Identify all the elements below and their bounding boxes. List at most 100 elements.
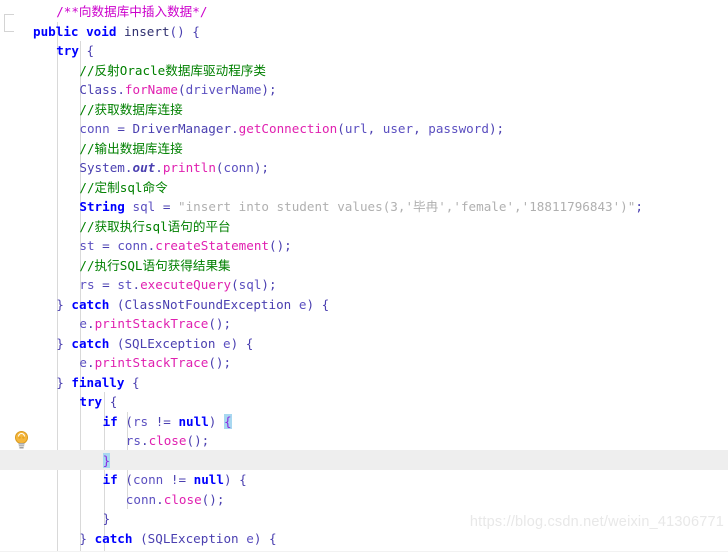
code-line[interactable]: try { bbox=[79, 392, 117, 411]
code-token: != bbox=[163, 472, 194, 487]
code-token: . bbox=[156, 491, 164, 507]
watermark-text: https://blog.csdn.net/weixin_41306771 bbox=[469, 514, 724, 530]
code-token: ) { bbox=[230, 335, 254, 351]
code-token: . bbox=[86, 316, 95, 331]
code-line[interactable]: try { bbox=[56, 41, 94, 60]
code-token: getConnection bbox=[238, 121, 338, 136]
code-token: } bbox=[102, 511, 111, 526]
code-token: ( bbox=[117, 413, 133, 429]
code-token: e bbox=[79, 316, 87, 331]
code-token: . bbox=[140, 433, 149, 448]
lightbulb-icon[interactable] bbox=[13, 431, 30, 449]
code-token: } bbox=[102, 452, 111, 468]
code-token: . bbox=[117, 82, 125, 97]
code-line[interactable]: conn.close(); bbox=[126, 490, 225, 509]
code-token: } bbox=[79, 530, 95, 546]
code-line[interactable]: conn = DriverManager.getConnection(url, … bbox=[79, 119, 504, 138]
code-token: url bbox=[344, 121, 368, 136]
code-token: ( bbox=[337, 121, 345, 136]
code-token: ; bbox=[635, 199, 643, 214]
code-line[interactable]: //执行SQL语句获得结果集 bbox=[79, 256, 230, 275]
code-token: . bbox=[132, 277, 141, 292]
code-token: password bbox=[428, 121, 489, 136]
code-token: ( bbox=[231, 277, 239, 292]
code-token: createStatement bbox=[155, 238, 269, 253]
code-token: //定制sql命令 bbox=[79, 179, 168, 195]
code-line[interactable]: e.printStackTrace(); bbox=[79, 353, 231, 372]
code-line[interactable]: if (conn != null) { bbox=[103, 470, 247, 489]
code-token: = bbox=[94, 277, 118, 292]
code-token: //执行SQL语句获得结果集 bbox=[79, 257, 231, 273]
code-line[interactable]: System.out.println(conn); bbox=[79, 158, 269, 177]
code-fold-region-icon[interactable] bbox=[4, 14, 14, 32]
code-token: //获取执行sql语句的平台 bbox=[79, 218, 231, 234]
code-token: { bbox=[102, 394, 118, 409]
code-token: . bbox=[86, 355, 95, 370]
code-token: != bbox=[148, 413, 179, 429]
code-line[interactable]: //定制sql命令 bbox=[79, 178, 167, 197]
code-token: SQLException bbox=[147, 530, 239, 546]
code-token: } bbox=[56, 296, 72, 312]
code-token: try bbox=[56, 43, 79, 58]
code-token: conn bbox=[79, 121, 110, 136]
code-line[interactable]: Class.forName(driverName); bbox=[79, 80, 276, 99]
code-token: , bbox=[413, 121, 429, 136]
code-token: ( bbox=[132, 530, 148, 546]
code-token: printStackTrace bbox=[94, 316, 209, 331]
code-token: user bbox=[382, 121, 414, 136]
code-line[interactable]: } catch (ClassNotFoundException e) { bbox=[56, 295, 329, 314]
code-token: . bbox=[155, 160, 163, 175]
code-line[interactable]: if (rs != null) { bbox=[103, 412, 232, 431]
code-token: (); bbox=[208, 316, 232, 331]
code-token: = bbox=[94, 238, 118, 253]
code-line[interactable]: //获取数据库连接 bbox=[79, 100, 182, 119]
code-token: { bbox=[78, 43, 95, 58]
code-line[interactable]: } bbox=[102, 451, 111, 470]
code-token: //反射Oracle数据库驱动程序类 bbox=[79, 62, 266, 78]
code-token: (); bbox=[268, 238, 292, 253]
code-line[interactable]: /**向数据库中插入数据*/ bbox=[56, 2, 207, 21]
code-line[interactable]: //获取执行sql语句的平台 bbox=[79, 217, 230, 236]
code-token: void bbox=[86, 23, 117, 39]
code-token: conn bbox=[223, 160, 254, 175]
code-token: ); bbox=[261, 277, 277, 292]
code-line[interactable]: String sql = "insert into student values… bbox=[79, 197, 643, 216]
code-line[interactable]: } bbox=[103, 509, 111, 528]
code-token: (); bbox=[201, 491, 225, 507]
code-token: ) { bbox=[306, 296, 330, 312]
code-token: ( bbox=[117, 472, 133, 487]
code-token: /**向数据库中插入数据*/ bbox=[56, 4, 208, 19]
code-token: close bbox=[163, 491, 202, 507]
code-line[interactable]: } finally { bbox=[56, 373, 139, 392]
code-line[interactable]: st = conn.createStatement(); bbox=[79, 236, 291, 255]
code-line[interactable]: rs.close(); bbox=[126, 431, 209, 450]
code-token: ); bbox=[261, 82, 277, 97]
code-token: rs bbox=[125, 433, 141, 448]
code-token: (); bbox=[186, 433, 210, 448]
code-line[interactable]: rs = st.executeQuery(sql); bbox=[79, 275, 276, 294]
code-token: //获取数据库连接 bbox=[79, 101, 183, 117]
code-line[interactable]: } catch (SQLException e) { bbox=[79, 529, 276, 548]
code-token: insert bbox=[124, 23, 170, 39]
code-token: () { bbox=[169, 23, 200, 39]
code-token: close bbox=[148, 433, 187, 448]
code-line[interactable]: } catch (SQLException e) { bbox=[56, 334, 253, 353]
code-line[interactable]: //反射Oracle数据库驱动程序类 bbox=[79, 61, 266, 80]
code-token: String bbox=[79, 199, 125, 214]
code-line[interactable]: e.printStackTrace(); bbox=[79, 314, 231, 333]
code-token: println bbox=[162, 160, 216, 175]
code-line[interactable]: public void insert() { bbox=[33, 22, 200, 41]
code-token: "insert into student values(3,'毕冉','fema… bbox=[177, 199, 636, 214]
code-token: = bbox=[155, 199, 178, 214]
code-line[interactable]: //输出数据库连接 bbox=[79, 139, 182, 158]
code-token: ClassNotFoundException bbox=[124, 296, 292, 312]
code-token: ) { bbox=[253, 530, 277, 546]
code-token: { bbox=[223, 413, 232, 429]
code-token: conn bbox=[117, 238, 148, 253]
code-editor[interactable]: /**向数据库中插入数据*/public void insert() {try … bbox=[0, 0, 728, 552]
code-token: finally bbox=[71, 374, 125, 390]
